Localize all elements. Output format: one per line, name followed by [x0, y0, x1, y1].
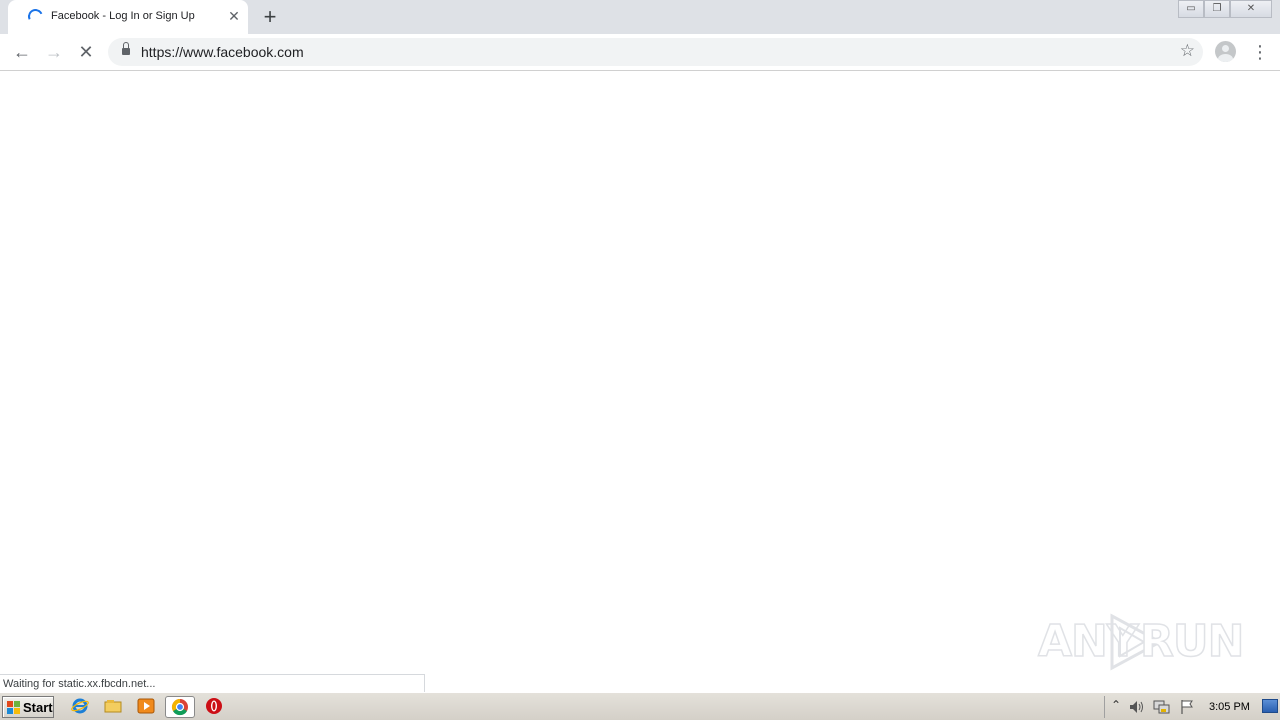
address-bar[interactable]: https://www.facebook.com ☆: [108, 38, 1203, 66]
opera-icon[interactable]: [204, 697, 224, 717]
tab-strip: Facebook - Log In or Sign Up ✕ + ▭ ❐ ✕: [0, 0, 1280, 34]
clock[interactable]: 3:05 PM: [1209, 701, 1250, 713]
taskbar: Start ⌃ 3:05 PM: [0, 692, 1280, 720]
browser-toolbar: ← → ✕ https://www.facebook.com ☆ ⋮: [0, 34, 1280, 71]
action-center-flag-icon[interactable]: [1179, 699, 1195, 715]
bookmark-star-icon[interactable]: ☆: [1180, 41, 1195, 61]
tab-facebook[interactable]: Facebook - Log In or Sign Up ✕: [8, 0, 248, 34]
menu-icon[interactable]: ⋮: [1251, 41, 1269, 63]
windows-logo-icon: [7, 701, 21, 714]
file-explorer-icon[interactable]: [103, 697, 123, 717]
browser-window: Facebook - Log In or Sign Up ✕ + ▭ ❐ ✕ ←…: [0, 0, 1280, 694]
loading-spinner-icon: [25, 6, 46, 27]
watermark-right-text: RUN: [1139, 615, 1245, 668]
show-hidden-icons-icon[interactable]: ⌃: [1111, 698, 1121, 712]
start-label: Start: [23, 700, 53, 715]
stop-loading-button[interactable]: ✕: [74, 40, 98, 64]
internet-explorer-icon[interactable]: [70, 697, 90, 717]
window-close-button[interactable]: ✕: [1230, 0, 1272, 18]
lock-icon[interactable]: [122, 42, 130, 55]
volume-icon[interactable]: [1129, 700, 1147, 714]
window-controls: ▭ ❐ ✕: [1178, 0, 1272, 18]
tab-close-icon[interactable]: ✕: [226, 8, 242, 24]
network-icon[interactable]: [1153, 699, 1171, 715]
show-desktop-button[interactable]: [1262, 699, 1278, 713]
media-player-icon[interactable]: [136, 697, 156, 717]
status-bubble: Waiting for static.xx.fbcdn.net...: [0, 674, 425, 694]
minimize-button[interactable]: ▭: [1178, 0, 1204, 18]
tab-title: Facebook - Log In or Sign Up: [51, 10, 195, 22]
profile-avatar-icon[interactable]: [1215, 41, 1236, 62]
restore-button[interactable]: ❐: [1204, 0, 1230, 18]
chrome-icon[interactable]: [165, 696, 195, 718]
page-content: Waiting for static.xx.fbcdn.net... ANY R…: [0, 72, 1280, 694]
start-button[interactable]: Start: [2, 696, 54, 718]
back-button[interactable]: ←: [10, 40, 34, 64]
system-tray: ⌃ 3:05 PM: [1104, 696, 1280, 718]
forward-button[interactable]: →: [42, 40, 66, 64]
anyrun-watermark: ANY RUN: [1037, 610, 1245, 674]
new-tab-button[interactable]: +: [258, 5, 282, 29]
url-text[interactable]: https://www.facebook.com: [141, 44, 304, 60]
